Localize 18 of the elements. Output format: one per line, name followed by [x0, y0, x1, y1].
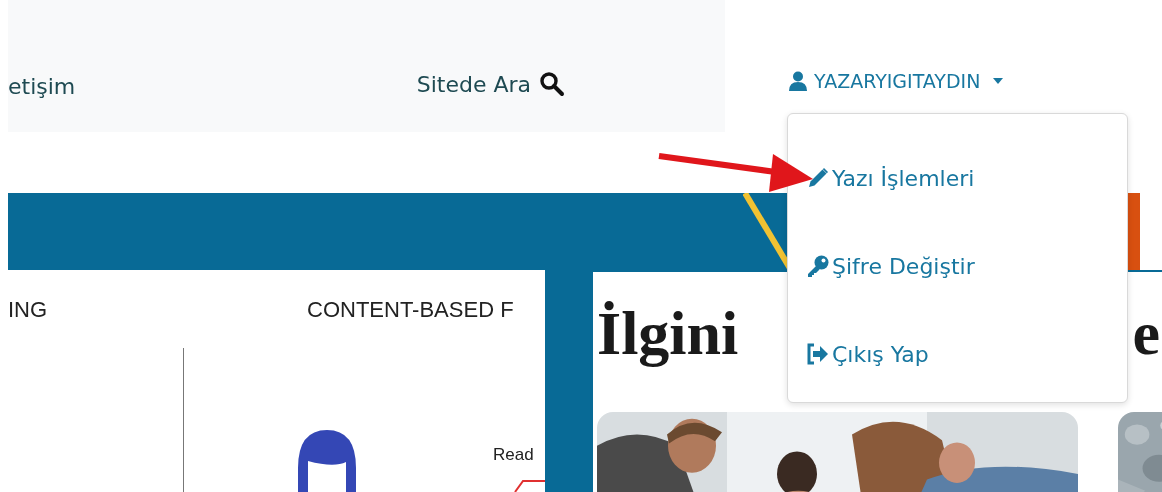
- shape-outline-icon: [513, 478, 545, 492]
- nav-link[interactable]: etişim: [8, 73, 76, 99]
- diagram-label: Read: [493, 445, 534, 465]
- diagram-label: CONTENT-BASED F: [307, 297, 514, 323]
- user-menu-toggle[interactable]: YAZARYIGITAYDIN: [788, 70, 1005, 92]
- modal-heading: İlgini: [597, 298, 739, 369]
- pencil-icon: [806, 166, 830, 190]
- logout-icon: [806, 343, 830, 365]
- diagram-label: ING: [8, 297, 48, 323]
- user-icon: [788, 71, 808, 91]
- caret-icon: [992, 76, 1005, 86]
- modal-heading: e: [1132, 298, 1160, 369]
- dropdown-item[interactable]: Yazı İşlemleri: [788, 134, 1127, 222]
- dropdown-item[interactable]: Şifre Değiştir: [788, 222, 1127, 310]
- search-link[interactable]: Sitede Ara: [416, 71, 531, 97]
- dropdown-item[interactable]: Çıkış Yap: [788, 310, 1127, 398]
- search-icon[interactable]: [539, 71, 565, 97]
- key-icon: [806, 254, 830, 278]
